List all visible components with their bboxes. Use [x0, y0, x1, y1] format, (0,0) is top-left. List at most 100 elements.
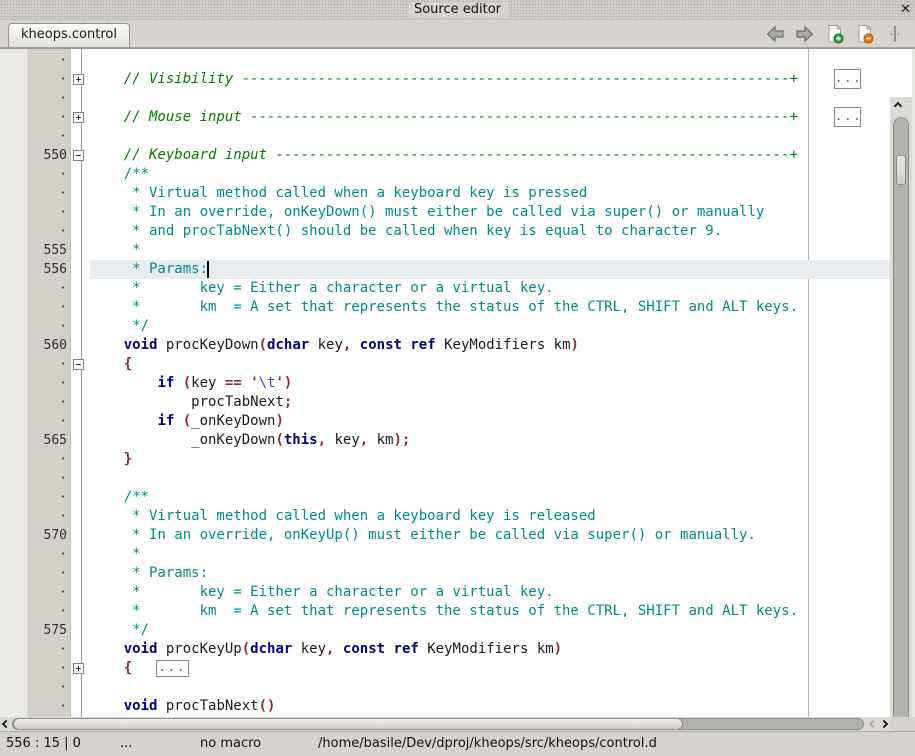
code-line[interactable]: · * key = Either a character or a virtua… — [0, 583, 890, 602]
code-text[interactable]: * — [90, 241, 890, 260]
code-text[interactable]: */ — [90, 317, 890, 336]
scroll-up-icon[interactable] — [894, 102, 902, 110]
collapsed-fold-box[interactable]: ... — [156, 660, 189, 677]
code-line[interactable]: · — [0, 89, 890, 108]
tab-kheops-control[interactable]: kheops.control — [8, 23, 130, 47]
code-text[interactable] — [90, 678, 890, 697]
fold-plus-icon[interactable] — [71, 108, 90, 127]
fold-minus-icon[interactable] — [71, 355, 90, 374]
code-line[interactable]: · } — [0, 450, 890, 469]
close-icon[interactable]: ✕ — [900, 1, 911, 19]
vertical-scrollbar-thumb[interactable] — [896, 155, 906, 185]
line-number: 550 — [0, 146, 71, 165]
code-text[interactable]: * Virtual method called when a keyboard … — [90, 507, 890, 526]
code-text[interactable]: * — [90, 545, 890, 564]
code-text[interactable]: {... — [90, 659, 890, 678]
code-line[interactable]: · */ — [0, 317, 890, 336]
code-line[interactable]: · — [0, 469, 890, 488]
code-text[interactable]: * km = A set that represents the status … — [90, 602, 890, 621]
code-text[interactable]: * Params: — [90, 260, 890, 279]
code-text[interactable]: * key = Either a character or a virtual … — [90, 279, 890, 298]
code-text[interactable]: * In an override, onKeyDown() must eithe… — [90, 203, 890, 222]
close-document-button[interactable] — [855, 24, 875, 44]
vertical-scrollbar[interactable] — [890, 97, 912, 717]
horizontal-scrollbar[interactable] — [0, 717, 890, 731]
code-text[interactable]: procTabNext; — [90, 393, 890, 412]
code-text[interactable]: * In an override, onKeyUp() must either … — [90, 526, 890, 545]
code-text[interactable]: void procTabNext() — [90, 697, 890, 716]
code-line[interactable]: · * key = Either a character or a virtua… — [0, 279, 890, 298]
code-lines: ·· // Visibility -----------------------… — [0, 49, 890, 716]
fold-plus-icon[interactable] — [71, 70, 90, 89]
collapsed-fold-box[interactable]: ... — [834, 69, 861, 89]
new-document-button[interactable] — [825, 24, 845, 44]
code-text[interactable]: /** — [90, 488, 890, 507]
code-text[interactable]: /** — [90, 165, 890, 184]
fold-plus-icon[interactable] — [71, 659, 90, 678]
scroll-left-icon[interactable] — [2, 720, 10, 728]
vertical-scrollbar-track[interactable] — [893, 117, 909, 717]
code-text[interactable] — [90, 127, 890, 146]
code-line[interactable]: · — [0, 127, 890, 146]
code-text[interactable]: void procKeyDown(dchar key, const ref Ke… — [90, 336, 890, 355]
code-line[interactable]: · * Virtual method called when a keyboar… — [0, 507, 890, 526]
horizontal-scrollbar-thumb[interactable] — [13, 718, 683, 730]
code-text[interactable]: // Mouse input -------------------------… — [90, 108, 890, 127]
code-line[interactable]: · * In an override, onKeyDown() must eit… — [0, 203, 890, 222]
code-line[interactable]: · * km = A set that represents the statu… — [0, 298, 890, 317]
code-text[interactable] — [90, 51, 890, 70]
split-view-button[interactable] — [885, 24, 905, 44]
scroll-left-icon[interactable] — [869, 720, 877, 728]
code-line[interactable]: · {... — [0, 659, 890, 678]
code-text[interactable]: */ — [90, 621, 890, 640]
collapsed-fold-box[interactable]: ... — [834, 107, 861, 127]
code-line[interactable]: · procTabNext; — [0, 393, 890, 412]
back-button[interactable] — [765, 24, 785, 44]
code-text[interactable]: if (_onKeyDown) — [90, 412, 890, 431]
code-text[interactable]: if (key == '\t') — [90, 374, 890, 393]
code-line[interactable]: · // Visibility ------------------------… — [0, 70, 890, 89]
code-line[interactable]: · * and procTabNext() should be called w… — [0, 222, 890, 241]
code-line[interactable]: · * — [0, 545, 890, 564]
line-number: · — [0, 127, 71, 146]
code-line[interactable]: · — [0, 51, 890, 70]
code-text[interactable]: void procKeyUp(dchar key, const ref KeyM… — [90, 640, 890, 659]
fold-cell — [71, 469, 90, 488]
code-line[interactable]: 565 _onKeyDown(this, key, km); — [0, 431, 890, 450]
code-line[interactable]: · — [0, 678, 890, 697]
forward-button[interactable] — [795, 24, 815, 44]
code-text[interactable]: _onKeyDown(this, key, km); — [90, 431, 890, 450]
code-line[interactable]: 560 void procKeyDown(dchar key, const re… — [0, 336, 890, 355]
code-text[interactable]: { — [90, 355, 890, 374]
code-line[interactable]: 556 * Params: — [0, 260, 890, 279]
code-line[interactable]: · * km = A set that represents the statu… — [0, 602, 890, 621]
code-line[interactable]: · * Virtual method called when a keyboar… — [0, 184, 890, 203]
code-line[interactable]: · /** — [0, 488, 890, 507]
fold-minus-icon[interactable] — [71, 146, 90, 165]
code-text[interactable]: * Virtual method called when a keyboard … — [90, 184, 890, 203]
code-line[interactable]: · if (_onKeyDown) — [0, 412, 890, 431]
code-line[interactable]: 555 * — [0, 241, 890, 260]
code-text[interactable]: * Params: — [90, 564, 890, 583]
code-line[interactable]: · void procTabNext() — [0, 697, 890, 716]
code-text[interactable] — [90, 469, 890, 488]
code-line[interactable]: 570 * In an override, onKeyUp() must eit… — [0, 526, 890, 545]
code-line[interactable]: · // Mouse input -----------------------… — [0, 108, 890, 127]
code-text[interactable]: } — [90, 450, 890, 469]
code-line[interactable]: · { — [0, 355, 890, 374]
code-line[interactable]: · /** — [0, 165, 890, 184]
code-line[interactable]: · if (key == '\t') — [0, 374, 890, 393]
code-line[interactable]: 550 // Keyboard input ------------------… — [0, 146, 890, 165]
code-line[interactable]: · * Params: — [0, 564, 890, 583]
code-text[interactable]: // Keyboard input ----------------------… — [90, 146, 890, 165]
line-number: · — [0, 70, 71, 89]
tab-label: kheops.control — [21, 27, 117, 42]
code-line[interactable]: 575 */ — [0, 621, 890, 640]
code-text[interactable]: // Visibility --------------------------… — [90, 70, 890, 89]
code-text[interactable]: * km = A set that represents the status … — [90, 298, 890, 317]
scroll-right-icon[interactable] — [880, 720, 888, 728]
code-text[interactable]: * and procTabNext() should be called whe… — [90, 222, 890, 241]
code-line[interactable]: · void procKeyUp(dchar key, const ref Ke… — [0, 640, 890, 659]
code-text[interactable] — [90, 89, 890, 108]
code-text[interactable]: * key = Either a character or a virtual … — [90, 583, 890, 602]
